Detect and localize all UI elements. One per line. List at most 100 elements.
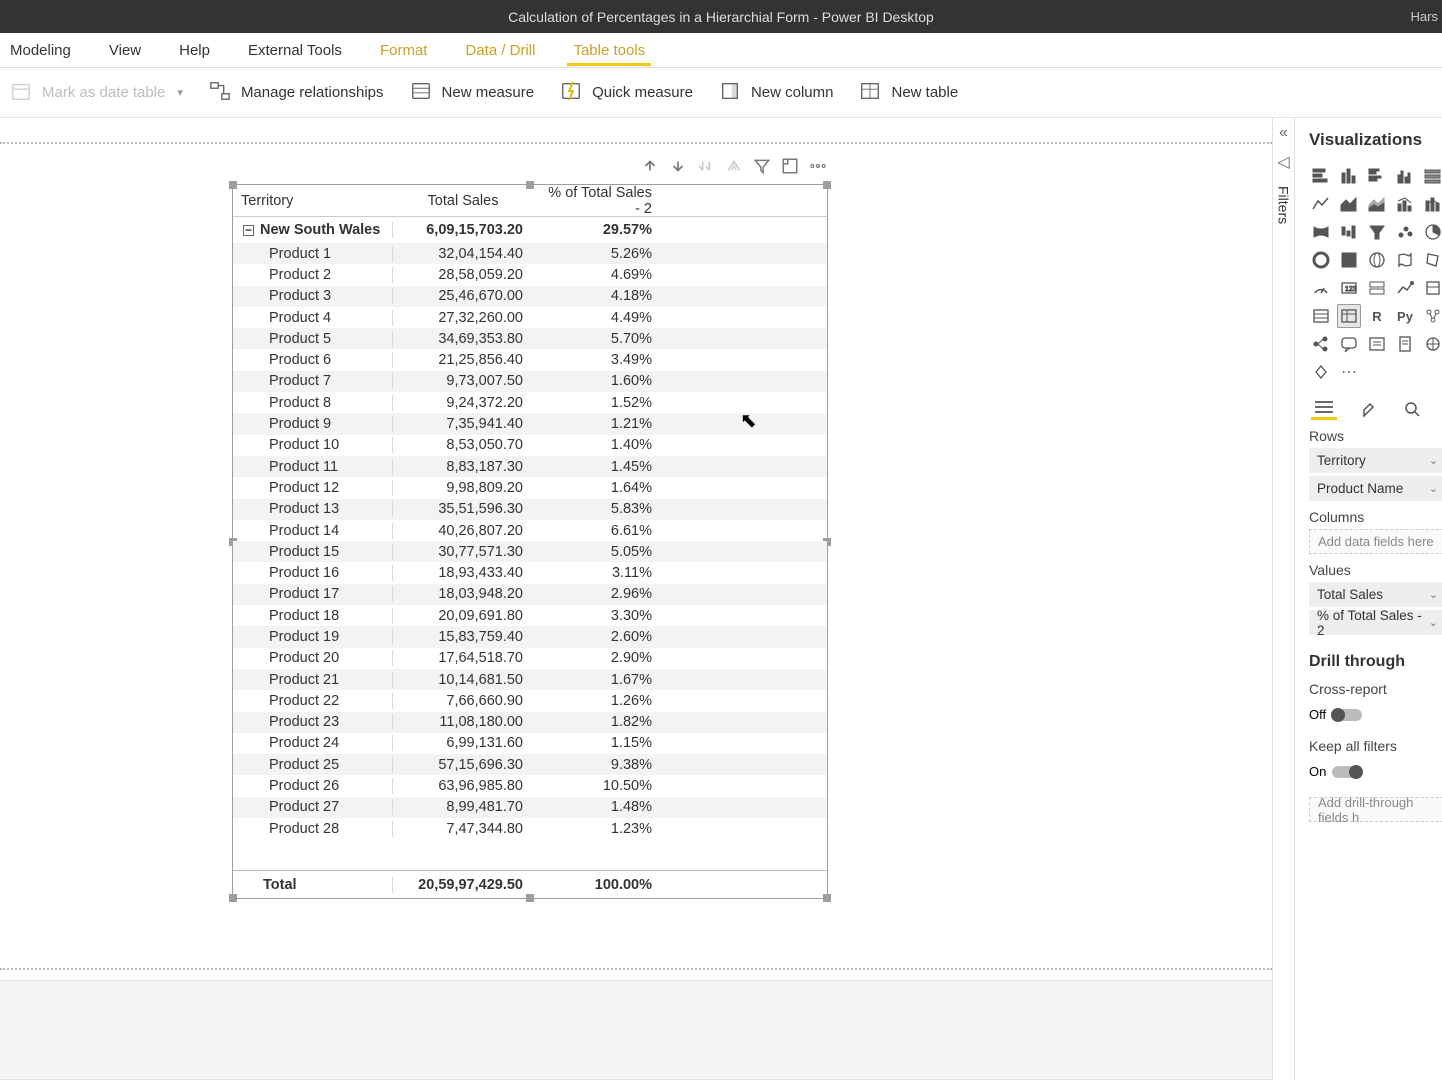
slicer-icon[interactable] <box>1421 276 1442 300</box>
table-row[interactable]: Product 2017,64,518.702.90% <box>233 648 827 669</box>
rows-field-territory[interactable]: Territory⌄ <box>1309 448 1442 473</box>
table-row[interactable]: Product 108,53,050.701.40% <box>233 435 827 456</box>
chevron-down-icon[interactable]: ⌄ <box>1429 454 1438 467</box>
key-influencers-icon[interactable] <box>1421 304 1442 328</box>
cmd-new-measure[interactable]: New measure <box>410 80 535 106</box>
multi-row-card-icon[interactable] <box>1365 276 1389 300</box>
cmd-manage-relationships[interactable]: Manage relationships <box>209 80 384 106</box>
smart-narrative-icon[interactable] <box>1365 332 1389 356</box>
cmd-new-table[interactable]: New table <box>859 80 958 106</box>
tab-format[interactable]: Format <box>374 36 434 65</box>
chevron-down-icon[interactable]: ⌄ <box>1429 616 1438 629</box>
table-row[interactable]: Product 132,04,154.405.26% <box>233 243 827 264</box>
qa-visual-icon[interactable] <box>1337 332 1361 356</box>
more-visuals-icon[interactable]: ⋯ <box>1337 360 1361 384</box>
funnel-icon[interactable] <box>1365 220 1389 244</box>
waterfall-icon[interactable] <box>1337 220 1361 244</box>
table-row[interactable]: Product 534,69,353.805.70% <box>233 328 827 349</box>
col-total-sales[interactable]: Total Sales <box>393 193 533 209</box>
table-row[interactable]: Product 1820,09,691.803.30% <box>233 605 827 626</box>
table-row[interactable]: Product 287,47,344.801.23% <box>233 818 827 839</box>
table-row[interactable]: Product 278,99,481.701.48% <box>233 797 827 818</box>
line-column-icon[interactable] <box>1393 192 1417 216</box>
decomposition-tree-icon[interactable] <box>1309 332 1333 356</box>
donut-icon[interactable] <box>1309 248 1333 272</box>
table-row[interactable]: Product 325,46,670.004.18% <box>233 286 827 307</box>
table-row[interactable]: Product 1335,51,596.305.83% <box>233 499 827 520</box>
cmd-quick-measure[interactable]: Quick measure <box>560 80 693 106</box>
drill-through-placeholder[interactable]: Add drill-through fields h <box>1309 797 1442 822</box>
matrix-group-row[interactable]: −New South Wales6,09,15,703.2029.57% <box>233 217 827 243</box>
drill-up-icon[interactable] <box>641 157 659 175</box>
table-row[interactable]: Product 427,32,260.004.49% <box>233 307 827 328</box>
clustered-bar-icon[interactable] <box>1365 164 1389 188</box>
ribbon-chart-icon[interactable] <box>1309 220 1333 244</box>
bookmark-icon[interactable]: ◁ <box>1277 152 1289 172</box>
analytics-well-tab[interactable] <box>1399 398 1425 420</box>
gauge-icon[interactable] <box>1309 276 1333 300</box>
tab-data-drill[interactable]: Data / Drill <box>459 36 541 65</box>
filled-map-icon[interactable] <box>1393 248 1417 272</box>
shape-map-icon[interactable] <box>1421 248 1442 272</box>
scatter-icon[interactable] <box>1393 220 1417 244</box>
r-visual-icon[interactable]: R <box>1365 304 1389 328</box>
keep-all-filters-toggle[interactable]: On <box>1309 764 1362 779</box>
area-chart-icon[interactable] <box>1337 192 1361 216</box>
focus-mode-icon[interactable] <box>781 157 799 175</box>
table-row[interactable]: Product 89,24,372.201.52% <box>233 392 827 413</box>
chevron-down-icon[interactable]: ⌄ <box>1429 482 1438 495</box>
power-apps-icon[interactable] <box>1309 360 1333 384</box>
treemap-icon[interactable] <box>1337 248 1361 272</box>
kpi-icon[interactable] <box>1393 276 1417 300</box>
map-icon[interactable] <box>1365 248 1389 272</box>
matrix-viz-icon[interactable] <box>1337 304 1361 328</box>
expand-left-icon[interactable]: « <box>1279 124 1288 142</box>
hundred-stacked-bar-icon[interactable] <box>1421 164 1442 188</box>
col-pct[interactable]: % of Total Sales - 2 <box>533 185 668 217</box>
values-field-pct[interactable]: % of Total Sales - 2⌄ <box>1309 610 1442 635</box>
table-row[interactable]: Product 118,83,187.301.45% <box>233 456 827 477</box>
filters-pane-collapsed[interactable]: « ◁ Filters <box>1272 118 1294 1080</box>
cmd-new-column[interactable]: New column <box>719 80 834 106</box>
matrix-visual[interactable]: Territory Total Sales % of Total Sales -… <box>232 184 828 899</box>
table-row[interactable]: Product 227,66,660.901.26% <box>233 690 827 711</box>
expand-next-icon[interactable] <box>725 157 743 175</box>
matrix-body[interactable]: −New South Wales6,09,15,703.2029.57%Prod… <box>233 217 827 870</box>
columns-placeholder[interactable]: Add data fields here <box>1309 529 1442 554</box>
tab-external-tools[interactable]: External Tools <box>242 36 348 65</box>
table-row[interactable]: Product 1915,83,759.402.60% <box>233 626 827 647</box>
collapse-icon[interactable]: − <box>243 225 254 236</box>
cross-report-toggle[interactable]: Off <box>1309 707 1362 722</box>
table-row[interactable]: Product 1440,26,807.206.61% <box>233 520 827 541</box>
table-row[interactable]: Product 1718,03,948.202.96% <box>233 584 827 605</box>
table-row[interactable]: Product 97,35,941.401.21% <box>233 413 827 434</box>
line-chart-icon[interactable] <box>1309 192 1333 216</box>
rows-field-product-name[interactable]: Product Name⌄ <box>1309 476 1442 501</box>
filter-icon[interactable] <box>753 157 771 175</box>
expand-all-icon[interactable] <box>697 157 715 175</box>
table-row[interactable]: Product 129,98,809.201.64% <box>233 477 827 498</box>
paginated-report-icon[interactable] <box>1393 332 1417 356</box>
table-row[interactable]: Product 1618,93,433.403.11% <box>233 562 827 583</box>
drill-down-icon[interactable] <box>669 157 687 175</box>
python-visual-icon[interactable]: Py <box>1393 304 1417 328</box>
col-territory[interactable]: Territory <box>233 193 393 209</box>
card-icon[interactable]: 123 <box>1337 276 1361 300</box>
format-well-tab[interactable] <box>1355 398 1381 420</box>
more-options-icon[interactable] <box>809 157 827 175</box>
table-row[interactable]: Product 2663,96,985.8010.50% <box>233 775 827 796</box>
matrix-header-row[interactable]: Territory Total Sales % of Total Sales -… <box>233 185 827 217</box>
table-viz-icon[interactable] <box>1309 304 1333 328</box>
stacked-area-icon[interactable] <box>1365 192 1389 216</box>
tab-modeling[interactable]: Modeling <box>4 36 77 65</box>
stacked-bar-icon[interactable] <box>1309 164 1333 188</box>
table-row[interactable]: Product 2557,15,696.309.38% <box>233 754 827 775</box>
table-row[interactable]: Product 228,58,059.204.69% <box>233 264 827 285</box>
arcgis-icon[interactable] <box>1421 332 1442 356</box>
table-row[interactable]: Product 246,99,131.601.15% <box>233 733 827 754</box>
cmd-mark-as-date-table[interactable]: Mark as date table ▾ <box>10 80 183 106</box>
stacked-column-icon[interactable] <box>1337 164 1361 188</box>
clustered-column-icon[interactable] <box>1393 164 1417 188</box>
chevron-down-icon[interactable]: ⌄ <box>1429 588 1438 601</box>
tab-view[interactable]: View <box>103 36 147 65</box>
